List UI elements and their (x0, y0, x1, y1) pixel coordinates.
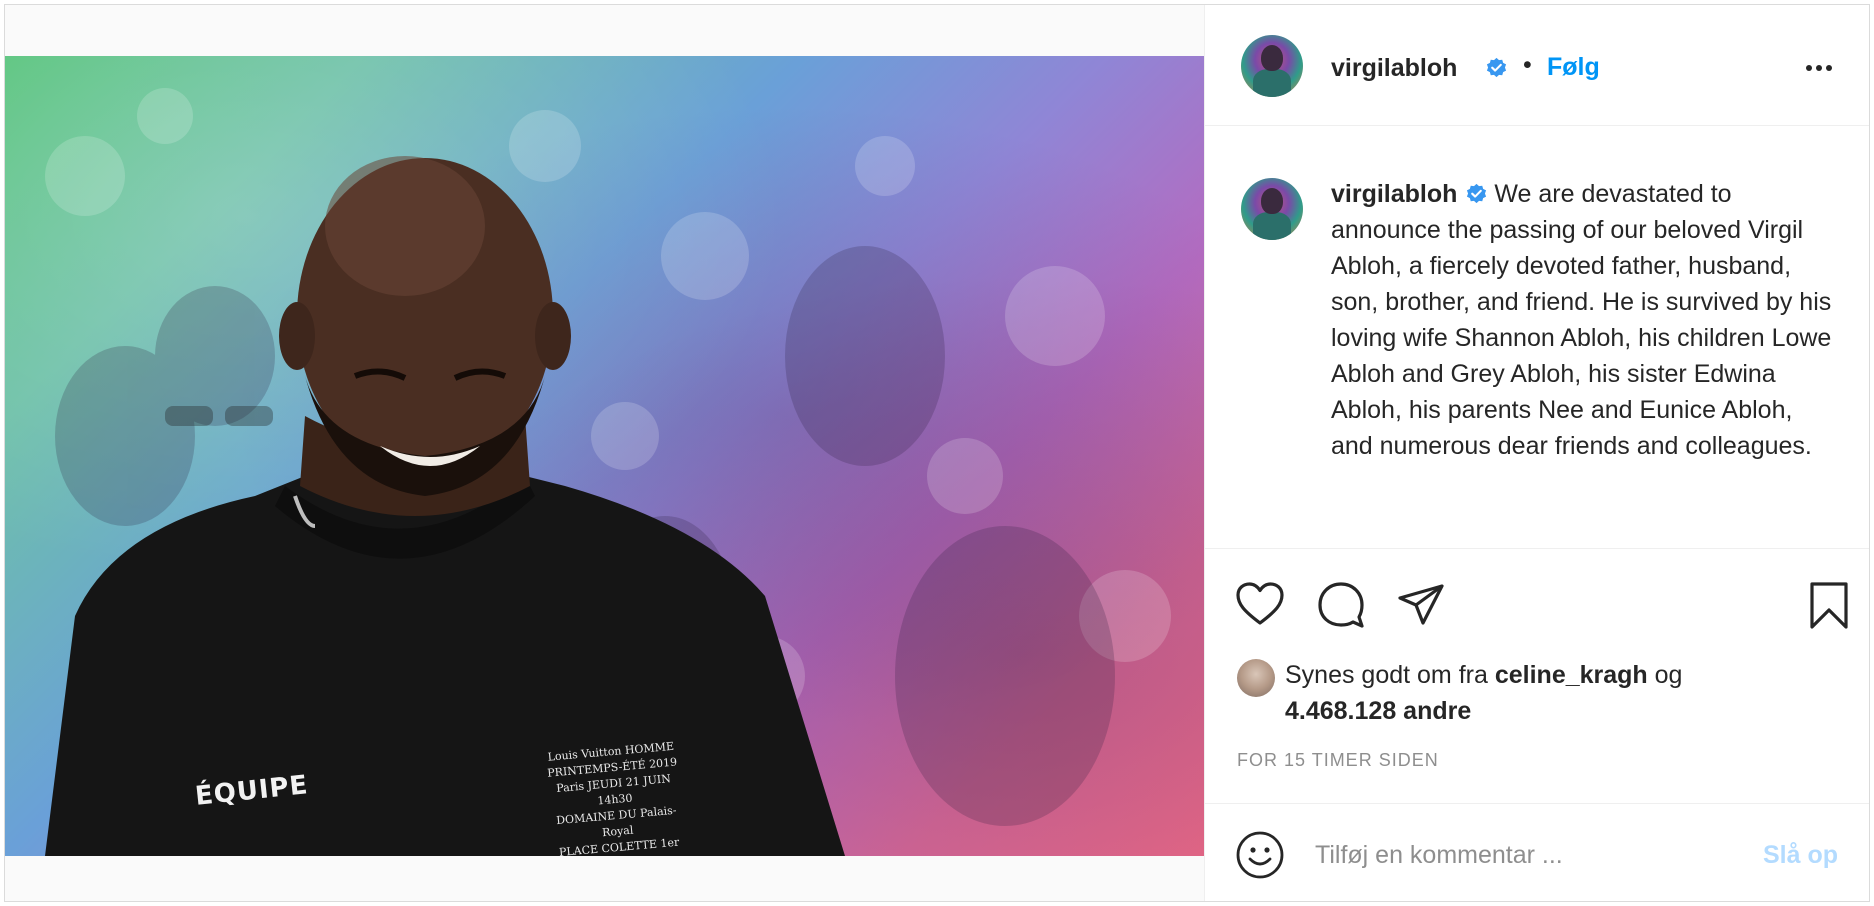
post-actions: Synes godt om fra celine_kragh og 4.468.… (1205, 548, 1869, 901)
caption-text: We are devastated to announce the passin… (1331, 180, 1832, 460)
author-avatar[interactable] (1241, 35, 1303, 97)
post-media-area: ÉQUIPE Louis Vuitton HOMME PRINTEMPS-ÉTÉ… (5, 5, 1204, 901)
post-caption: virgilabloh We are devastated to announc… (1331, 176, 1841, 464)
liker-avatar[interactable] (1237, 659, 1275, 697)
caption-area: virgilabloh We are devastated to announc… (1205, 126, 1869, 548)
heart-icon[interactable] (1234, 579, 1286, 631)
smiley-icon[interactable] (1235, 830, 1285, 880)
instagram-post-dialog: ÉQUIPE Louis Vuitton HOMME PRINTEMPS-ÉTÉ… (4, 4, 1870, 902)
likes-others-count[interactable]: 4.468.128 andre (1285, 697, 1471, 725)
author-username[interactable]: virgilabloh (1331, 54, 1457, 83)
likes-prefix: Synes godt om fra (1285, 661, 1488, 689)
comment-input[interactable] (1313, 834, 1757, 876)
caption-username[interactable]: virgilabloh (1331, 180, 1457, 208)
verified-badge-icon (1486, 57, 1507, 78)
post-comment-button[interactable]: Slå op (1763, 841, 1838, 870)
verified-badge-icon (1467, 183, 1487, 204)
liker-username[interactable]: celine_kragh (1495, 661, 1648, 689)
add-comment-bar: Slå op (1205, 803, 1869, 902)
paper-plane-icon[interactable] (1395, 579, 1447, 631)
separator-dot: • (1523, 51, 1532, 79)
post-side-panel: virgilabloh • Følg virgilabloh We are de… (1204, 5, 1869, 901)
follow-button[interactable]: Følg (1547, 53, 1600, 82)
portrait-illustration (45, 88, 1171, 856)
comment-icon[interactable] (1315, 579, 1367, 631)
post-header: virgilabloh • Følg (1205, 5, 1869, 126)
bookmark-icon[interactable] (1803, 579, 1855, 631)
more-options-icon[interactable] (1801, 53, 1837, 83)
shirt-print-text: Louis Vuitton HOMME PRINTEMPS-ÉTÉ 2019 P… (535, 738, 694, 856)
caption-author-avatar[interactable] (1241, 178, 1303, 240)
likes-text: Synes godt om fra celine_kragh og 4.468.… (1285, 657, 1845, 729)
post-timestamp[interactable]: FOR 15 TIMER SIDEN (1237, 750, 1439, 771)
likes-conjunction: og (1654, 661, 1683, 689)
post-photo: ÉQUIPE Louis Vuitton HOMME PRINTEMPS-ÉTÉ… (5, 56, 1204, 856)
